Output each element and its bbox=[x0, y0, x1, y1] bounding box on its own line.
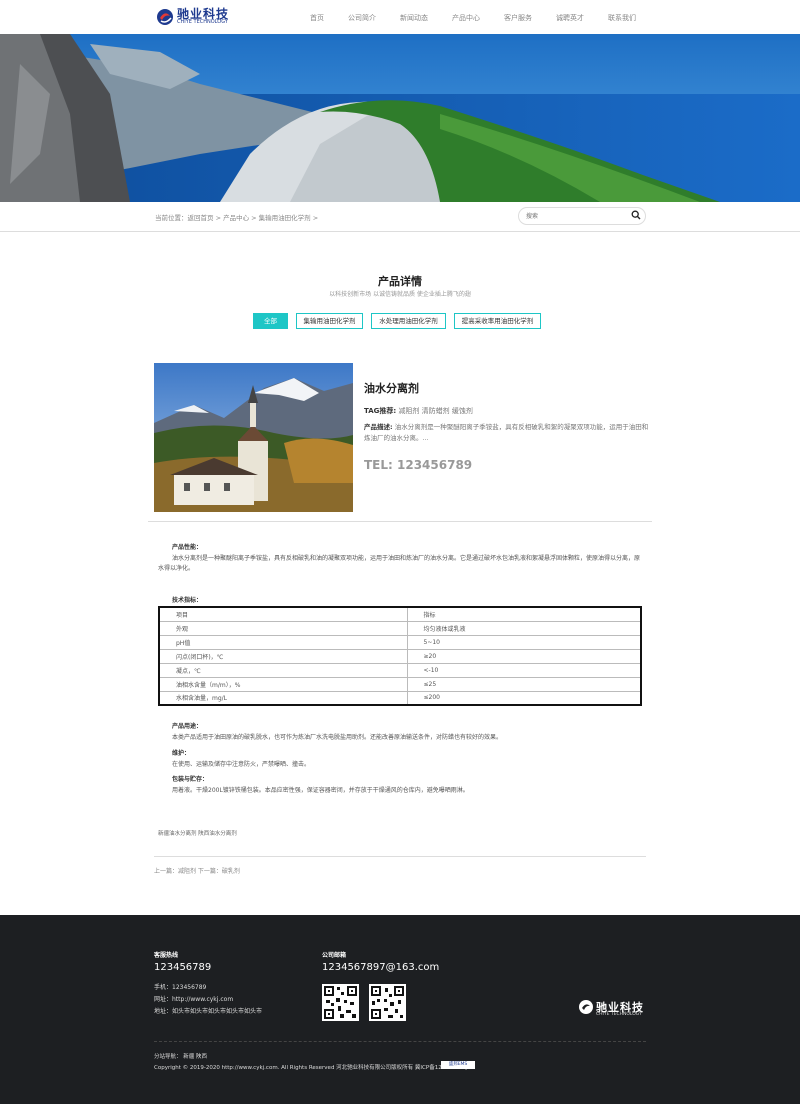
page-title: 产品详情 bbox=[378, 275, 422, 288]
product-tags: TAG推荐: 减阻剂 清防蜡剂 缓蚀剂 bbox=[364, 406, 473, 416]
breadcrumb[interactable]: 当前位置：返回首页 > 产品中心 > 集输用油田化学剂 > bbox=[155, 212, 318, 222]
tab-recovery-chemicals[interactable]: 提高采收率用油田化学剂 bbox=[454, 313, 541, 329]
footer-logo-subtitle: CHIYE TECHNOLOGY bbox=[596, 1012, 642, 1017]
table-row: 水相含油量，mg/L ≤200 bbox=[158, 690, 642, 706]
performance-title: 产品性能： bbox=[172, 544, 203, 551]
prev-next-links[interactable]: 上一篇：减阻剂 下一篇：破乳剂 bbox=[154, 866, 240, 875]
search-input[interactable] bbox=[526, 210, 626, 222]
footer-divider bbox=[154, 1041, 646, 1042]
table-row: 油相水含量（m/m），% ≤25 bbox=[158, 676, 642, 692]
packaging-title: 包装与贮存： bbox=[172, 776, 209, 783]
tags-label: TAG推荐: bbox=[364, 407, 397, 415]
desc-text: 油水分离剂是一种聚醚阳离子季铵盐，具有反相破乳和絮的凝聚双项功能，运用于油田和炼… bbox=[364, 423, 649, 442]
table-row: 外观 均匀液体或乳液 bbox=[158, 620, 642, 636]
product-description: 产品描述: 油水分离剂是一种聚醚阳离子季铵盐，具有反相破乳和絮的凝聚双项功能，运… bbox=[364, 422, 649, 444]
search-icon[interactable] bbox=[631, 210, 641, 220]
usage-text: 本类产品适用于油田原油的破乳脱水，也可作为炼油厂水洗电脱盐用助剂。还能改善原油输… bbox=[172, 734, 503, 741]
hotline-number: 123456789 bbox=[154, 962, 212, 973]
product-tel: TEL: 123456789 bbox=[364, 458, 473, 472]
nav-service[interactable]: 客户服务 bbox=[504, 13, 532, 23]
footer-address: 地址：如头市如头市如头市如头市如头市 bbox=[154, 1008, 263, 1015]
breadcrumb-bar bbox=[0, 202, 800, 232]
nav-news[interactable]: 新闻动态 bbox=[400, 13, 428, 23]
nav-contact[interactable]: 联系我们 bbox=[608, 13, 636, 23]
maintenance-text: 在使用、运输及储存中注意防火，严禁曝晒、撞击。 bbox=[172, 761, 311, 768]
usage-title: 产品用途： bbox=[172, 723, 203, 730]
footer-email[interactable]: 123456789​7@163.com bbox=[322, 962, 439, 973]
nav-about[interactable]: 公司简介 bbox=[348, 13, 376, 23]
banner-image bbox=[0, 34, 800, 202]
nav-home[interactable]: 首页 bbox=[310, 13, 324, 23]
maintenance-title: 维护： bbox=[172, 750, 191, 757]
footer-website[interactable]: 网址：http://www.cykj.com bbox=[154, 994, 233, 1003]
tab-gathering-chemicals[interactable]: 集输用油田化学剂 bbox=[296, 313, 363, 329]
performance-text: 油水分离剂是一种聚醚阳离子季铵盐，具有反相破乳和油的凝聚双项功能，运用于油田和炼… bbox=[158, 555, 641, 572]
table-row: 项目 指标 bbox=[158, 606, 642, 622]
qr-code-icon bbox=[369, 984, 406, 1021]
product-image bbox=[154, 363, 353, 512]
hotline-title: 客服热线 bbox=[154, 952, 179, 959]
related-tags[interactable]: 新疆油水分离剂 陕西油水分离剂 bbox=[158, 829, 237, 837]
desc-label: 产品描述: bbox=[364, 423, 393, 431]
table-row: 闪点(闭口杯)，℃ ≥20 bbox=[158, 648, 642, 664]
logo-subtitle: CHIYE TECHNOLOGY bbox=[177, 19, 228, 25]
copyright: Copyright © 2019-2020 http://www.cykj.co… bbox=[154, 1065, 474, 1071]
tab-all[interactable]: 全部 bbox=[253, 313, 288, 329]
email-title: 公司邮箱 bbox=[322, 952, 347, 959]
product-name: 油水分离剂 bbox=[364, 382, 419, 395]
footer-logo-icon bbox=[579, 1000, 593, 1014]
tab-water-treatment-chemicals[interactable]: 水处理用油田化学剂 bbox=[371, 313, 446, 329]
tech-title: 技术指标： bbox=[172, 597, 203, 604]
nav-products[interactable]: 产品中心 bbox=[452, 13, 480, 23]
divider bbox=[148, 521, 652, 522]
divider bbox=[154, 856, 646, 857]
qr-code-icon bbox=[322, 984, 359, 1021]
spec-table: 项目 指标 外观 均匀液体或乳液 pH值 5~10 闪点(闭口杯)，℃ ≥20 凝点，℃… bbox=[158, 606, 642, 706]
packaging-text: 用着液。干燥200L镀锌铁桶包装。本品应密性强，保证容器密闭，并存放于干燥通风的… bbox=[172, 787, 469, 794]
footer-mobile: 手机：123456789 bbox=[154, 984, 207, 991]
sitemap-links[interactable]: 分站导航： 新疆 陕西 bbox=[154, 1052, 207, 1060]
page-subtitle: 以科技创新市场 以诚信铸就品质 使企业插上腾飞的翅 bbox=[329, 291, 471, 298]
table-row: pH值 5~10 bbox=[158, 634, 642, 650]
cms-badge[interactable]: 盛邦EMS bbox=[441, 1061, 475, 1069]
table-row: 凝点，℃ <-10 bbox=[158, 662, 642, 678]
tags-list[interactable]: 减阻剂 清防蜡剂 缓蚀剂 bbox=[398, 407, 472, 415]
nav-jobs[interactable]: 诚聘英才 bbox=[556, 13, 584, 23]
